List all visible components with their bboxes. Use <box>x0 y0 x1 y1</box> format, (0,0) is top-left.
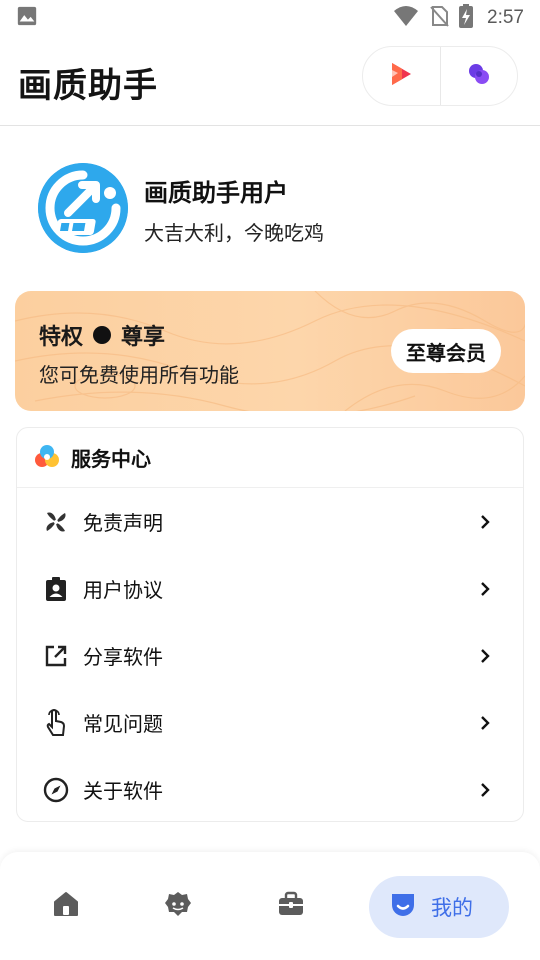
tab-toolbox[interactable] <box>246 852 336 960</box>
wifi-icon <box>393 5 419 31</box>
tab-profile-label: 我的 <box>431 896 473 920</box>
battery-charging-icon <box>459 4 474 32</box>
list-item-label: 分享软件 <box>83 645 163 669</box>
bubbles-button[interactable] <box>441 47 518 105</box>
vip-title: 特权 尊享 <box>39 319 165 351</box>
play-icon <box>389 61 413 91</box>
huazhi-logo <box>38 163 128 253</box>
service-center-card: 服务中心 免责声明 用户协议 分享软件 常见问题 关于软件 <box>16 427 524 822</box>
list-item-label: 常见问题 <box>83 712 163 736</box>
chevron-right-icon <box>477 648 493 664</box>
service-center-header: 服务中心 <box>17 428 523 488</box>
vip-card[interactable]: 特权 尊享 您可免费使用所有功能 至尊会员 <box>15 291 525 411</box>
home-icon <box>52 891 80 921</box>
status-bar: 2:57 <box>0 0 540 36</box>
profile-icon <box>389 891 417 923</box>
chevron-right-icon <box>477 715 493 731</box>
vip-title-left: 特权 <box>39 325 84 350</box>
compass-icon <box>43 777 69 803</box>
list-item-label: 用户协议 <box>83 578 163 602</box>
chevron-right-icon <box>477 514 493 530</box>
list-item-share[interactable]: 分享软件 <box>17 622 523 689</box>
vip-title-right: 尊享 <box>121 325 166 350</box>
dot-separator <box>93 326 112 344</box>
toolbox-icon <box>277 891 305 921</box>
tab-home[interactable] <box>21 852 111 960</box>
page-title: 画质助手 <box>18 66 158 106</box>
service-center-title: 服务中心 <box>71 447 151 471</box>
service-center-icon <box>33 442 61 474</box>
chevron-right-icon <box>477 581 493 597</box>
app-header: 画质助手 <box>0 36 540 126</box>
profile-name: 画质助手用户 <box>144 179 288 207</box>
touch-icon <box>43 708 69 736</box>
share-icon <box>43 643 69 669</box>
header-actions <box>362 46 518 106</box>
list-item-label: 免责声明 <box>83 511 163 535</box>
list-item-user-agreement[interactable]: 用户协议 <box>17 555 523 622</box>
profile-motto: 大吉大利，今晚吃鸡 <box>144 221 324 245</box>
tab-face[interactable] <box>133 852 223 960</box>
status-time: 2:57 <box>487 7 524 28</box>
no-sim-icon <box>429 5 449 31</box>
avatar[interactable] <box>38 163 128 253</box>
tab-profile[interactable]: 我的 <box>369 876 509 938</box>
list-item-label: 关于软件 <box>83 779 163 803</box>
face-icon <box>163 890 193 922</box>
badge-icon <box>43 576 69 602</box>
list-item-disclaimer[interactable]: 免责声明 <box>17 488 523 555</box>
list-item-faq[interactable]: 常见问题 <box>17 689 523 756</box>
bottom-nav: 我的 <box>0 852 540 960</box>
vip-member-button[interactable]: 至尊会员 <box>391 329 501 373</box>
pinwheel-icon <box>43 509 69 535</box>
chevron-right-icon <box>477 782 493 798</box>
service-list: 免责声明 用户协议 分享软件 常见问题 关于软件 <box>17 488 523 823</box>
play-button[interactable] <box>363 47 440 105</box>
bubbles-icon <box>466 61 492 91</box>
image-icon <box>16 5 38 31</box>
vip-subtitle: 您可免费使用所有功能 <box>39 363 239 387</box>
list-item-about[interactable]: 关于软件 <box>17 756 523 823</box>
